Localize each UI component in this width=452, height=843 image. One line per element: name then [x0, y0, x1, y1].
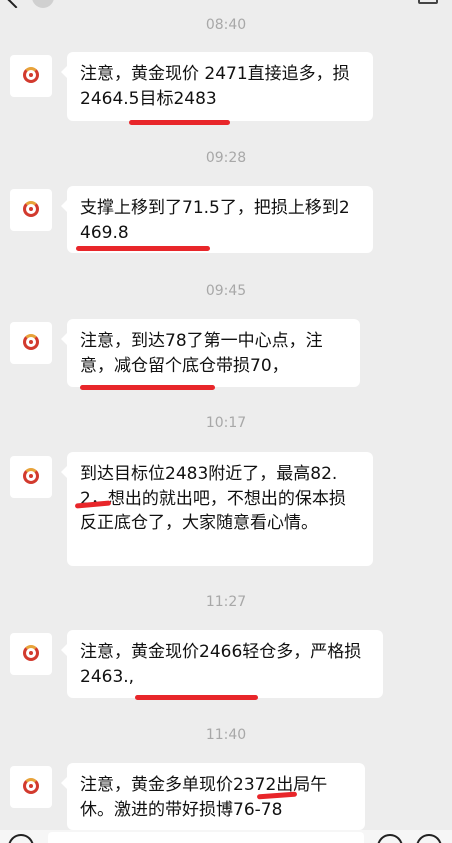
gold-trading-logo-icon — [23, 334, 39, 350]
message-bubble[interactable]: 注意，到达78了第一中心点，注意，减仓留个底仓带损70， — [61, 319, 360, 387]
sender-avatar[interactable] — [10, 456, 52, 498]
message-timestamp: 11:40 — [205, 727, 247, 743]
gold-trading-logo-icon — [23, 645, 39, 661]
message-input-bar — [0, 830, 452, 843]
message-input[interactable] — [48, 832, 364, 843]
red-underline-annotation — [76, 246, 210, 251]
message-bubble[interactable]: 注意，黄金多单现价2372出局午休。激进的带好损博76-78 — [61, 763, 365, 830]
sender-avatar[interactable] — [10, 189, 52, 231]
message-bubble[interactable]: 支撑上移到了71.5了，把损上移到2469.8 — [61, 186, 373, 253]
message-bubble[interactable]: 注意，黄金现价 2471直接追多，损2464.5目标2483 — [61, 52, 373, 121]
sender-avatar[interactable] — [10, 322, 52, 364]
sender-avatar[interactable] — [10, 633, 52, 675]
gold-trading-logo-icon — [23, 468, 39, 484]
red-underline-annotation — [80, 385, 215, 390]
voice-input-icon[interactable] — [8, 834, 34, 843]
message-bubble[interactable]: 到达目标位2483附近了，最高82.2，想出的就出吧，不想出的保本损反正底仓了，… — [61, 452, 373, 566]
red-underline-annotation — [129, 120, 230, 125]
message-timestamp: 09:45 — [205, 283, 247, 299]
message-list[interactable]: 08:40 注意，黄金现价 2471直接追多，损2464.5目标2483 09:… — [0, 0, 452, 830]
message-timestamp: 10:17 — [205, 415, 247, 431]
message-bubble[interactable]: 注意，黄金现价2466轻仓多，严格损2463., — [61, 630, 383, 698]
gold-trading-logo-icon — [23, 778, 39, 794]
gold-trading-logo-icon — [23, 67, 39, 83]
plus-icon[interactable] — [416, 834, 442, 843]
message-timestamp: 11:27 — [205, 594, 247, 610]
sender-avatar[interactable] — [10, 55, 52, 97]
red-underline-annotation — [135, 695, 258, 700]
gold-trading-logo-icon — [23, 201, 39, 217]
message-timestamp: 09:28 — [205, 150, 247, 166]
message-timestamp: 08:40 — [205, 17, 247, 33]
sender-avatar[interactable] — [10, 766, 52, 808]
emoji-icon[interactable] — [377, 834, 403, 843]
